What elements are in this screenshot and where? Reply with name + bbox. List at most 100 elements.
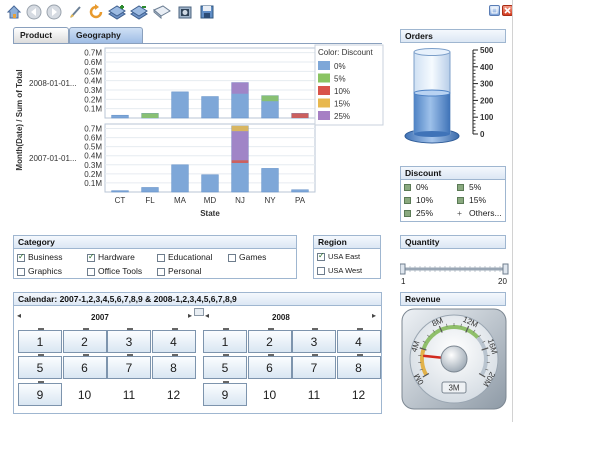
- checkbox[interactable]: [317, 267, 325, 276]
- category-option-personal[interactable]: Personal: [157, 266, 202, 276]
- refresh-icon[interactable]: [88, 4, 104, 20]
- checkbox[interactable]: [157, 267, 165, 276]
- calendar-month-2007-5[interactable]: 5: [18, 354, 62, 379]
- save-icon[interactable]: [199, 4, 215, 20]
- calendar-month-2007-7[interactable]: 7: [107, 354, 151, 379]
- bar-ct[interactable]: [111, 190, 129, 193]
- bar-ma[interactable]: [171, 164, 189, 193]
- email-icon[interactable]: [153, 4, 171, 20]
- checkbox[interactable]: [17, 267, 25, 276]
- calendar-month-2008-12[interactable]: 12: [336, 383, 381, 406]
- calendar-month-2007-3[interactable]: 3: [107, 328, 151, 353]
- calendar-month-2008-8[interactable]: 8: [336, 354, 381, 379]
- bookmark-add-icon[interactable]: [108, 4, 126, 20]
- discount-option-0[interactable]: 0%: [404, 182, 428, 192]
- bar-ny[interactable]: [261, 168, 279, 193]
- discount-option-5[interactable]: 5%: [457, 182, 481, 192]
- calendar-month-2008-5[interactable]: 5: [203, 354, 247, 379]
- calendar-month-2008-3[interactable]: 3: [292, 328, 336, 353]
- checkbox[interactable]: [87, 267, 95, 276]
- checkbox[interactable]: [228, 253, 236, 262]
- calendar-month-label: 1: [221, 335, 229, 349]
- home-icon[interactable]: [6, 4, 22, 20]
- discount-option-15[interactable]: 15%: [457, 195, 486, 205]
- calendar-month-2008-7[interactable]: 7: [292, 354, 336, 379]
- discount-option-10[interactable]: 10%: [404, 195, 433, 205]
- category-option-business[interactable]: Business: [17, 252, 63, 262]
- orders-tick-label: 300: [480, 80, 494, 89]
- calendar-month-2008-6[interactable]: 6: [247, 354, 292, 379]
- bookmark-remove-icon[interactable]: [130, 4, 148, 20]
- bar-pa[interactable]: [291, 189, 309, 193]
- print-icon[interactable]: [177, 4, 193, 20]
- calendar-month-2007-4[interactable]: 4: [151, 328, 196, 353]
- row-label: 2007-01-01...: [29, 154, 77, 163]
- bar-segment[interactable]: [291, 113, 309, 118]
- calendar-month-2007-1[interactable]: 1: [18, 328, 62, 353]
- checkbox[interactable]: [157, 253, 165, 262]
- checkbox-checked[interactable]: [87, 252, 95, 262]
- bar-segment[interactable]: [231, 125, 249, 132]
- tab-product[interactable]: Product: [13, 27, 69, 43]
- y-tick-label: 0.4M: [84, 152, 102, 161]
- calendar-month-2007-10[interactable]: 10: [62, 383, 107, 406]
- calendar-month-2008-9[interactable]: 9: [203, 381, 247, 406]
- calendar-month-label: 2: [266, 335, 273, 349]
- region-option-usa-west[interactable]: USA West: [317, 266, 362, 276]
- back-icon[interactable]: [26, 4, 42, 20]
- y-tick-label: 0.3M: [84, 161, 102, 170]
- quantity-min-handle[interactable]: [399, 263, 406, 275]
- bar-segment[interactable]: [141, 113, 159, 118]
- selection-marker: [171, 328, 178, 330]
- calendar-month-2007-6[interactable]: 6: [62, 354, 107, 379]
- discount-others-link[interactable]: + Others...: [457, 208, 502, 218]
- calendar-month-2007-8[interactable]: 8: [151, 354, 196, 379]
- category-option-hardware[interactable]: Hardware: [87, 252, 135, 262]
- calendar-splitter-handle[interactable]: [194, 308, 204, 316]
- category-option-office-tools[interactable]: Office Tools: [87, 266, 142, 276]
- category-option-graphics[interactable]: Graphics: [17, 266, 62, 276]
- calendar-next-year-arrow[interactable]: ◂: [205, 311, 209, 320]
- checkbox-checked[interactable]: [17, 252, 25, 262]
- legend-label: 25%: [334, 112, 350, 121]
- calendar-next-arrow[interactable]: ▸: [372, 311, 376, 320]
- calendar-month-2008-2[interactable]: 2: [247, 328, 292, 353]
- clear-icon[interactable]: [68, 4, 84, 20]
- quantity-range-slider[interactable]: 1 20: [399, 262, 510, 288]
- calendar-month-2008-1[interactable]: 1: [203, 328, 247, 353]
- calendar-prev-arrow[interactable]: ◂: [17, 311, 21, 320]
- bar-ma[interactable]: [171, 91, 189, 119]
- calendar-month-2008-4[interactable]: 4: [336, 328, 381, 353]
- bar-segment[interactable]: [231, 160, 249, 163]
- quantity-max-handle[interactable]: [502, 263, 509, 275]
- bar-fl[interactable]: [141, 187, 159, 193]
- calendar-month-2007-9[interactable]: 9: [18, 381, 62, 406]
- legend-label: 15%: [334, 100, 350, 109]
- category-option-label: Office Tools: [98, 266, 143, 276]
- calendar-month-2008-10[interactable]: 10: [247, 383, 292, 406]
- checkbox-checked[interactable]: [317, 251, 325, 262]
- forward-icon[interactable]: [46, 4, 62, 20]
- region-title: Region: [313, 235, 381, 249]
- category-option-games[interactable]: Games: [228, 252, 266, 262]
- bar-segment[interactable]: [231, 82, 249, 94]
- discount-option-25[interactable]: 25%: [404, 208, 433, 218]
- bar-md[interactable]: [201, 174, 219, 193]
- bar-segment[interactable]: [231, 131, 249, 161]
- calendar-month-2007-2[interactable]: 2: [62, 328, 107, 353]
- quantity-min-label: 1: [401, 277, 406, 286]
- calendar-month-label: 4: [170, 335, 177, 349]
- bar-segment[interactable]: [261, 95, 279, 102]
- tab-geography[interactable]: Geography: [69, 27, 143, 43]
- restore-button[interactable]: [489, 5, 500, 16]
- bar-md[interactable]: [201, 96, 219, 119]
- calendar-month-2007-12[interactable]: 12: [151, 383, 196, 406]
- bar-ct[interactable]: [111, 114, 129, 119]
- discount-option-label: 5%: [469, 182, 482, 192]
- category-option-educational[interactable]: Educational: [157, 252, 212, 262]
- region-option-usa-east[interactable]: USA East: [317, 251, 360, 262]
- calendar-prev-year-arrow[interactable]: ▸: [188, 311, 192, 320]
- calendar-month-2008-11[interactable]: 11: [292, 383, 336, 406]
- orders-tick-label: 0: [480, 130, 485, 139]
- calendar-month-2007-11[interactable]: 11: [107, 383, 151, 406]
